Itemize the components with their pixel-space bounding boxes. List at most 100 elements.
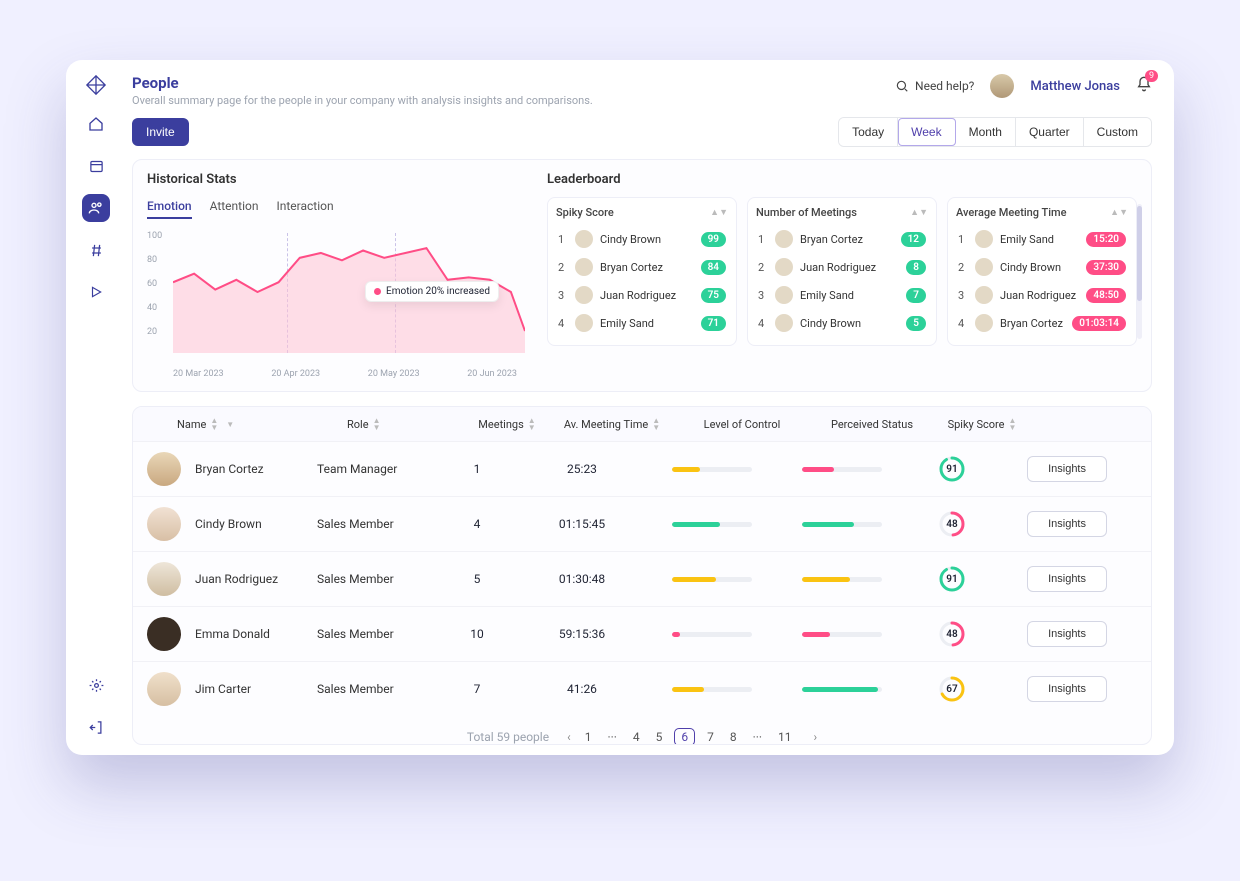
meetings-count: 1 — [437, 462, 517, 476]
leaderboard-row[interactable]: 2Bryan Cortez84 — [556, 253, 728, 281]
time-range-quarter[interactable]: Quarter — [1016, 118, 1084, 146]
perceived-status-bar — [802, 632, 882, 637]
sort-icon[interactable]: ▲▼ — [910, 207, 928, 218]
invite-button[interactable]: Invite — [132, 118, 189, 146]
person-name[interactable]: Bryan Cortez — [195, 462, 317, 476]
user-name[interactable]: Matthew Jonas — [1030, 79, 1120, 94]
leaderboard-col: Number of Meetings▲▼1Bryan Cortez122Juan… — [747, 197, 937, 346]
person-name[interactable]: Emma Donald — [195, 627, 317, 641]
logout-icon[interactable] — [82, 713, 110, 741]
leaderboard-row[interactable]: 4Emily Sand71 — [556, 309, 728, 337]
nav-home-icon[interactable] — [82, 110, 110, 138]
score-pill: 12 — [901, 232, 926, 247]
nav-hash-icon[interactable] — [82, 236, 110, 264]
person-name[interactable]: Jim Carter — [195, 682, 317, 696]
scrollbar[interactable] — [1137, 204, 1142, 339]
person-name[interactable]: Cindy Brown — [195, 517, 317, 531]
historical-tab-emotion[interactable]: Emotion — [147, 199, 192, 219]
person-role: Team Manager — [317, 462, 437, 476]
insights-button[interactable]: Insights — [1027, 621, 1107, 647]
pager-page[interactable]: 11 — [774, 728, 796, 745]
insights-button[interactable]: Insights — [1027, 511, 1107, 537]
score-pill: 75 — [701, 288, 726, 303]
pager-page[interactable]: 5 — [652, 728, 667, 745]
pager-ellipsis: ··· — [603, 728, 620, 745]
leaderboard-row[interactable]: 3Juan Rodriguez48:50 — [956, 281, 1128, 309]
time-range-month[interactable]: Month — [956, 118, 1016, 146]
table-row: Juan RodriguezSales Member501:30:4891Ins… — [133, 551, 1151, 606]
leaderboard-col: Average Meeting Time▲▼1Emily Sand15:202C… — [947, 197, 1137, 346]
leaderboard-row[interactable]: 4Cindy Brown5 — [756, 309, 928, 337]
person-name[interactable]: Juan Rodriguez — [195, 572, 317, 586]
nav-meetings-icon[interactable] — [82, 152, 110, 180]
avatar — [575, 258, 593, 276]
avatar — [147, 452, 181, 486]
avg-meeting-time: 41:26 — [517, 682, 647, 696]
pager-next[interactable]: › — [814, 730, 818, 744]
time-range-week[interactable]: Week — [898, 118, 955, 146]
sort-icon[interactable]: ▲▼ — [1009, 417, 1017, 431]
page-title: People — [132, 74, 593, 92]
sort-icon[interactable]: ▲▼ — [373, 417, 381, 431]
level-of-control-bar — [672, 577, 752, 582]
pager-page[interactable]: 1 — [581, 728, 596, 745]
help-label: Need help? — [915, 79, 974, 93]
insights-button[interactable]: Insights — [1027, 676, 1107, 702]
avatar — [975, 230, 993, 248]
leaderboard-row[interactable]: 1Cindy Brown99 — [556, 225, 728, 253]
avatar — [147, 617, 181, 651]
historical-tab-interaction[interactable]: Interaction — [276, 199, 333, 219]
insights-button[interactable]: Insights — [1027, 566, 1107, 592]
leaderboard-row[interactable]: 1Emily Sand15:20 — [956, 225, 1128, 253]
spiky-score-ring: 48 — [939, 511, 965, 537]
chart-tooltip: Emotion 20% increased — [365, 281, 499, 302]
score-pill: 01:03:14 — [1072, 316, 1126, 331]
leaderboard-row[interactable]: 3Juan Rodriguez75 — [556, 281, 728, 309]
insights-button[interactable]: Insights — [1027, 456, 1107, 482]
score-pill: 84 — [701, 260, 726, 275]
avatar — [775, 314, 793, 332]
perceived-status-bar — [802, 687, 882, 692]
perceived-status-bar — [802, 467, 882, 472]
pager-page[interactable]: 8 — [726, 728, 741, 745]
spiky-score-ring: 91 — [939, 566, 965, 592]
user-avatar[interactable] — [990, 74, 1014, 98]
historical-tab-attention[interactable]: Attention — [210, 199, 259, 219]
pager-prev[interactable]: ‹ — [567, 730, 571, 744]
sort-icon[interactable]: ▲▼ — [652, 417, 660, 431]
leaderboard-row[interactable]: 1Bryan Cortez12 — [756, 225, 928, 253]
avg-meeting-time: 01:15:45 — [517, 517, 647, 531]
time-range-today[interactable]: Today — [839, 118, 898, 146]
sort-icon[interactable]: ▲▼ — [710, 207, 728, 218]
pager-page[interactable]: 6 — [674, 728, 695, 745]
nav-people-icon[interactable] — [82, 194, 110, 222]
sort-icon[interactable]: ▲▼ — [1110, 207, 1128, 218]
leaderboard-row[interactable]: 3Emily Sand7 — [756, 281, 928, 309]
settings-icon[interactable] — [82, 671, 110, 699]
level-of-control-bar — [672, 522, 752, 527]
pager-page[interactable]: 4 — [629, 728, 644, 745]
time-range-custom[interactable]: Custom — [1084, 118, 1151, 146]
sort-icon[interactable]: ▲▼ — [528, 417, 536, 431]
level-of-control-bar — [672, 467, 752, 472]
leaderboard-row[interactable]: 4Bryan Cortez01:03:14 — [956, 309, 1128, 337]
leaderboard-row[interactable]: 2Juan Rodriguez8 — [756, 253, 928, 281]
avatar — [775, 258, 793, 276]
person-role: Sales Member — [317, 517, 437, 531]
nav-play-icon[interactable] — [82, 278, 110, 306]
sort-icon[interactable]: ▲▼ — [210, 417, 218, 431]
score-pill: 71 — [701, 316, 726, 331]
pager-page[interactable]: 7 — [703, 728, 718, 745]
table-row: Jim CarterSales Member741:2667Insights — [133, 661, 1151, 716]
avatar — [575, 286, 593, 304]
leaderboard-title: Leaderboard — [547, 172, 1137, 187]
chart-x-axis: 20 Mar 202320 Apr 202320 May 202320 Jun … — [147, 369, 527, 379]
logo — [85, 74, 107, 96]
notifications-icon[interactable]: 9 — [1136, 76, 1152, 96]
help-link[interactable]: Need help? — [895, 79, 974, 93]
leaderboard-row[interactable]: 2Cindy Brown37:30 — [956, 253, 1128, 281]
avg-meeting-time: 25:23 — [517, 462, 647, 476]
meetings-count: 5 — [437, 572, 517, 586]
leaderboard-col: Spiky Score▲▼1Cindy Brown992Bryan Cortez… — [547, 197, 737, 346]
filter-icon[interactable]: ▼ — [226, 421, 234, 428]
